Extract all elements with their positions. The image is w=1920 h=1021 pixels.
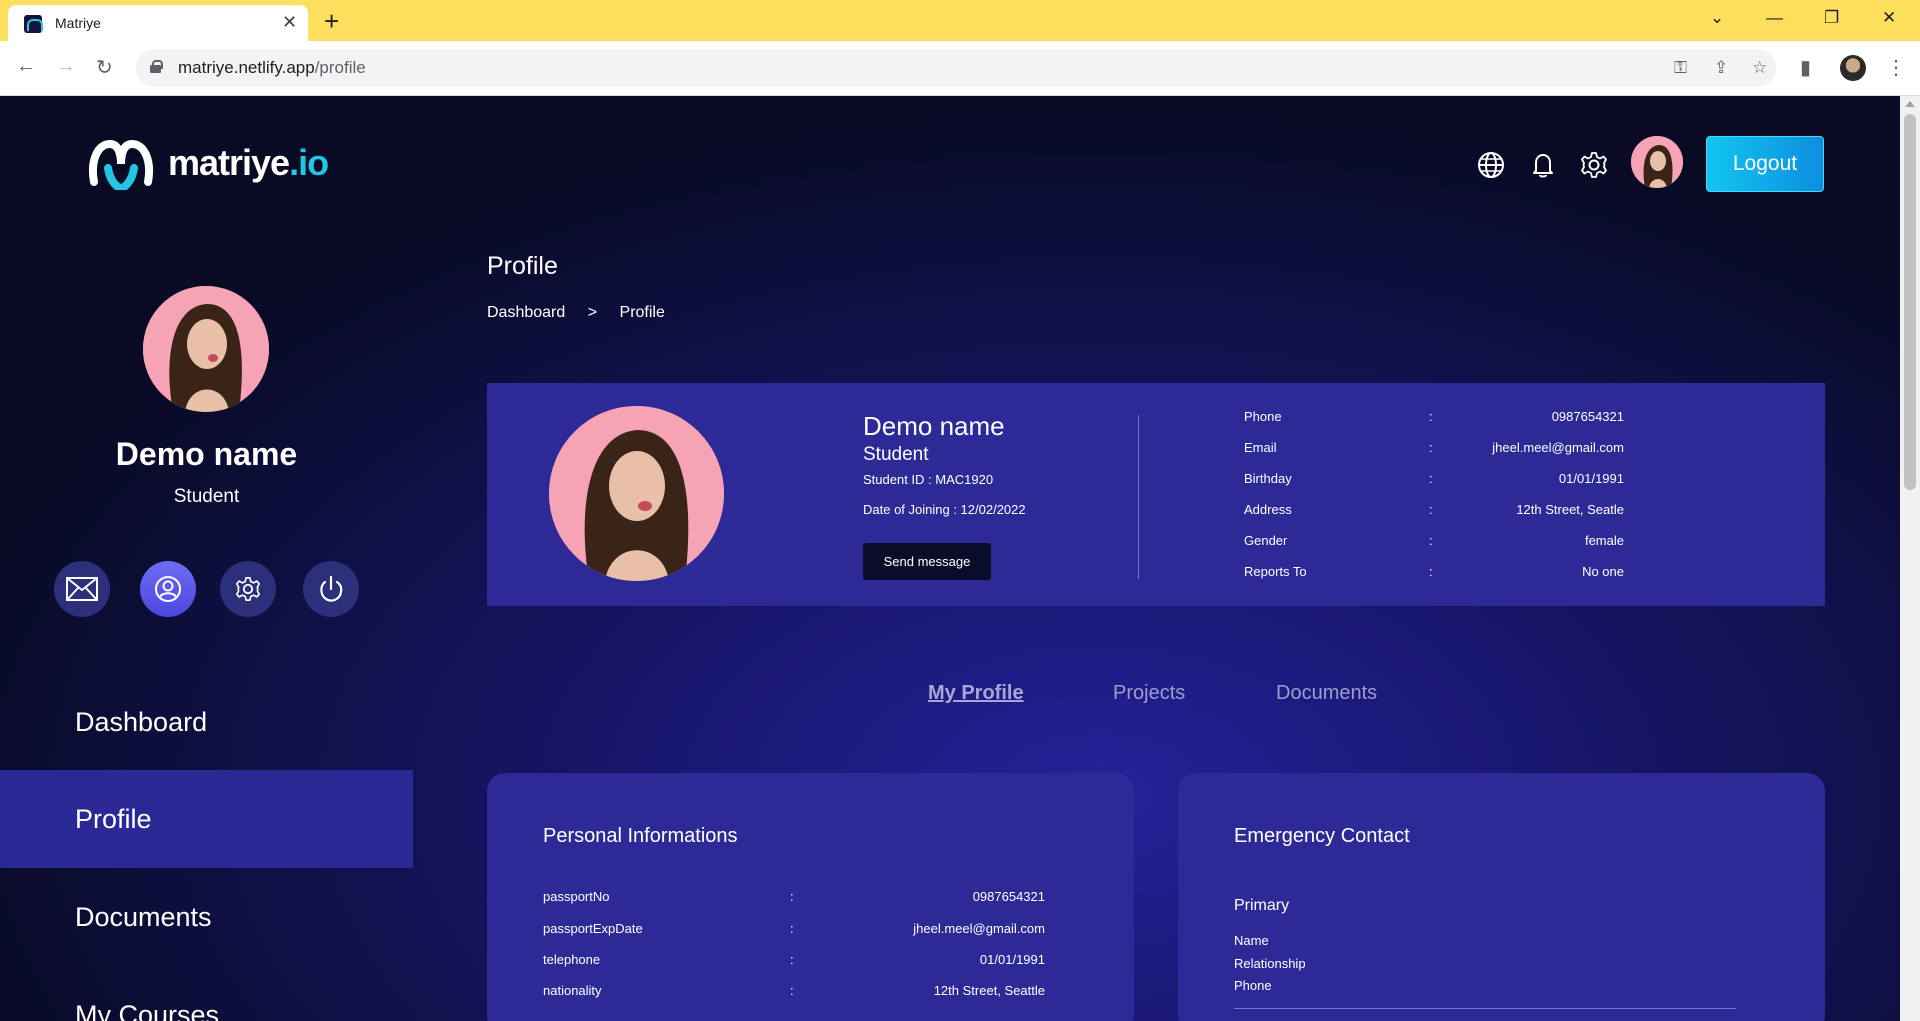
sidebar-user-name: Demo name: [115, 436, 298, 472]
browser-profile-avatar[interactable]: [1840, 55, 1866, 81]
power-icon: [320, 575, 343, 602]
tab-my-profile[interactable]: My Profile: [928, 682, 1024, 705]
sidebar: Demo name Student Dashboard Profile Docu…: [0, 216, 413, 1021]
personal-row-passport-exp: passportExpDate: jheel.meel@gmail.com: [543, 921, 1045, 936]
tab-documents[interactable]: Documents: [1276, 682, 1377, 705]
address-bar[interactable]: matriye.netlify.app/profile ⚿ ⇪ ☆: [136, 49, 1776, 87]
new-tab-icon[interactable]: +: [324, 6, 339, 37]
tab-projects[interactable]: Projects: [1113, 682, 1185, 705]
personal-row-telephone: telephone:01/01/1991: [543, 952, 1045, 967]
emergency-divider: [1234, 1008, 1736, 1009]
breadcrumb-separator: >: [587, 304, 598, 321]
info-row-birthday: Birthday:01/01/1991: [1244, 471, 1624, 486]
emergency-contact-panel: Emergency Contact Primary Name Relations…: [1178, 773, 1825, 1021]
browser-tab-title: Matriye: [55, 15, 101, 31]
info-row-reports-to: Reports To: No one: [1244, 564, 1624, 579]
user-photo-icon: [143, 286, 269, 412]
forward-icon[interactable]: →: [56, 55, 76, 78]
bookmark-star-icon[interactable]: ☆: [1752, 58, 1767, 78]
info-row-gender: Gender: female: [1244, 533, 1624, 548]
tab-search-icon[interactable]: ⌄: [1710, 8, 1724, 28]
user-photo-icon: [1631, 136, 1683, 188]
key-icon[interactable]: ⚿: [1674, 58, 1687, 78]
browser-tab[interactable]: Matriye ✕: [8, 5, 308, 41]
emergency-contact-title: Emergency Contact: [1234, 825, 1410, 847]
profile-button[interactable]: [140, 561, 196, 617]
profile-photo: [549, 406, 724, 581]
breadcrumb: Dashboard > Profile: [487, 304, 683, 322]
logo-text: matriye.io: [168, 142, 329, 183]
page-title: Profile: [487, 252, 558, 280]
user-circle-icon: [155, 576, 181, 602]
globe-icon[interactable]: [1476, 150, 1506, 180]
side-panel-icon[interactable]: ▮: [1800, 55, 1811, 80]
emergency-relationship-label: Relationship: [1234, 956, 1306, 971]
sidebar-item-dashboard[interactable]: Dashboard: [0, 673, 413, 771]
personal-info-title: Personal Informations: [543, 825, 738, 847]
app-viewport: matriye.io Logout Demo name Student Dash…: [0, 96, 1900, 1021]
favicon-icon: [24, 15, 43, 33]
url-text[interactable]: matriye.netlify.app/profile: [178, 58, 366, 78]
info-row-phone: Phone:0987654321: [1244, 409, 1624, 424]
personal-info-panel: Personal Informations passportNo:0987654…: [487, 773, 1134, 1021]
gear-icon[interactable]: [1579, 150, 1609, 180]
emergency-primary-label: Primary: [1234, 897, 1290, 914]
window-close-icon[interactable]: ✕: [1882, 8, 1896, 28]
mail-icon: [66, 577, 98, 601]
browser-tab-strip: Matriye ✕ + ⌄ — ❐ ✕: [0, 0, 1920, 41]
browser-menu-icon[interactable]: ⋮: [1886, 55, 1906, 80]
personal-row-nationality: nationality:12th Street, Seattle: [543, 983, 1045, 998]
logo-mark-icon: [89, 139, 153, 190]
power-button[interactable]: [303, 561, 359, 617]
sidebar-item-documents[interactable]: Documents: [0, 868, 413, 966]
date-of-joining: Date of Joining : 12/02/2022: [863, 502, 1026, 517]
matriye-logo[interactable]: matriye.io: [88, 138, 348, 194]
info-row-address: Address:12th Street, Seatle: [1244, 502, 1624, 517]
user-photo-icon: [549, 406, 724, 581]
reload-icon[interactable]: ↻: [96, 55, 113, 80]
scroll-up-icon[interactable]: [1905, 101, 1915, 107]
send-message-button[interactable]: Send message: [863, 543, 991, 580]
profile-tabs: My Profile Projects Documents: [487, 682, 1825, 712]
lock-icon[interactable]: [150, 60, 163, 73]
browser-toolbar: ← → ↻ matriye.netlify.app/profile ⚿ ⇪ ☆ …: [0, 41, 1920, 96]
sidebar-avatar: [143, 286, 269, 412]
sidebar-item-my-courses[interactable]: My Courses: [0, 966, 413, 1021]
sidebar-user-role: Student: [173, 486, 240, 507]
restore-icon[interactable]: ❐: [1824, 8, 1839, 28]
back-icon[interactable]: ←: [16, 55, 36, 78]
emergency-name-label: Name: [1234, 933, 1269, 948]
emergency-phone-label: Phone: [1234, 978, 1272, 993]
close-tab-icon[interactable]: ✕: [282, 12, 297, 33]
share-icon[interactable]: ⇪: [1714, 58, 1728, 78]
bell-icon[interactable]: [1528, 150, 1558, 180]
profile-role: Student: [863, 444, 929, 465]
logout-button[interactable]: Logout: [1706, 136, 1824, 192]
breadcrumb-current: Profile: [619, 304, 665, 321]
scrollbar-thumb[interactable]: [1904, 114, 1916, 490]
profile-name: Demo name: [863, 411, 1005, 441]
minimize-icon[interactable]: —: [1766, 8, 1783, 28]
breadcrumb-dashboard-link[interactable]: Dashboard: [487, 304, 565, 321]
profile-summary-card: Demo name Student Student ID : MAC1920 D…: [487, 383, 1825, 606]
card-divider: [1138, 415, 1139, 579]
header-avatar[interactable]: [1631, 136, 1683, 188]
info-row-email: Email: jheel.meel@gmail.com: [1244, 440, 1624, 455]
sidebar-item-profile[interactable]: Profile: [0, 770, 413, 868]
settings-button[interactable]: [220, 561, 276, 617]
gear-icon: [235, 576, 261, 602]
student-id: Student ID : MAC1920: [863, 472, 994, 487]
page-scrollbar[interactable]: [1900, 96, 1920, 1021]
personal-row-passport-no: passportNo:0987654321: [543, 889, 1045, 904]
mail-button[interactable]: [54, 561, 110, 617]
